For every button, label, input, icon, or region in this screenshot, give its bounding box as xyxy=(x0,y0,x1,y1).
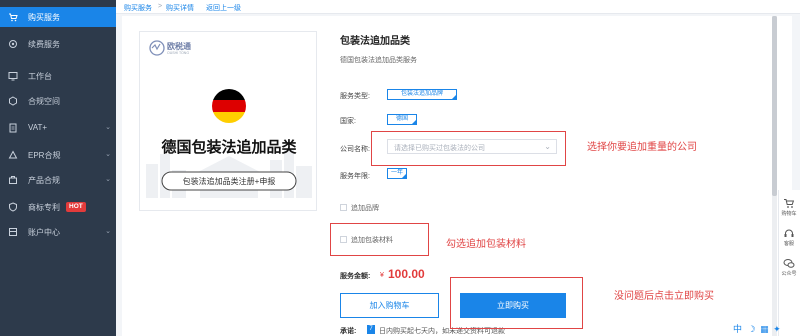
renew-icon xyxy=(8,39,18,49)
annotation-box-company xyxy=(371,131,566,166)
sidebar-item-label: 工作台 xyxy=(28,72,52,81)
cart-icon xyxy=(8,12,18,22)
breadcrumb-separator: > xyxy=(158,3,163,10)
headset-icon xyxy=(784,229,794,237)
rail-cart-label: 购物车 xyxy=(781,211,797,217)
annotation-check-material: 勾选追加包装材料 xyxy=(446,239,526,250)
shirt-icon: ✦ xyxy=(773,324,781,334)
sidebar-item-label: VAT+ xyxy=(28,123,48,132)
rail-cart-button[interactable]: 购物车 xyxy=(778,198,800,217)
sidebar-item-vat[interactable]: VAT+ ⌄ xyxy=(0,118,116,138)
chevron-down-icon: ⌄ xyxy=(105,228,111,235)
product-image: 欧税通 OUSHI TONG 德国包装法追加品类 包装法追加品类注册+申报 xyxy=(139,31,317,211)
space-icon xyxy=(8,96,18,106)
dashboard-icon xyxy=(8,71,18,81)
price-value: 100.00 xyxy=(388,267,425,281)
sidebar: 购买服务 续费服务 工作台 合规空间 VAT+ ⌄ EPR合规 ⌄ 产品合规 ⌄… xyxy=(0,0,116,336)
hot-badge: HOT xyxy=(66,202,86,212)
sidebar-item-buy-service[interactable]: 购买服务 xyxy=(0,7,116,27)
country-option[interactable]: 德国 xyxy=(387,114,417,125)
sidebar-item-renew-service[interactable]: 续费服务 xyxy=(0,34,116,54)
sidebar-item-dashboard[interactable]: 工作台 xyxy=(0,66,116,86)
annotation-select-company: 选择你要追加重量的公司 xyxy=(587,142,697,153)
moon-icon: ☽ xyxy=(747,324,756,334)
product-card-title: 德国包装法追加品类 xyxy=(161,139,297,156)
sidebar-item-label: 合规空间 xyxy=(28,97,60,106)
product-icon xyxy=(8,175,18,185)
sidebar-item-label: 产品合规 xyxy=(28,176,60,185)
price-currency: ¥ xyxy=(380,272,384,279)
annotation-box-material xyxy=(330,223,429,256)
breadcrumb-link-buy-detail[interactable]: 购买详情 xyxy=(166,3,194,13)
sidebar-item-compliance-space[interactable]: 合规空间 xyxy=(0,91,116,111)
country-label: 国家: xyxy=(340,118,356,125)
company-label: 公司名称: xyxy=(340,146,370,153)
service-years-option[interactable]: 一年 xyxy=(387,168,407,179)
sidebar-item-product-compliance[interactable]: 产品合规 ⌄ xyxy=(0,170,116,190)
service-type-label: 服务类型: xyxy=(340,93,370,100)
logo-subtext: OUSHI TONG xyxy=(167,51,190,55)
vat-icon xyxy=(8,123,18,133)
service-type-option[interactable]: 包装法追加品牌 xyxy=(387,89,457,100)
annotation-click-buy: 没问题后点击立即购买 xyxy=(614,291,714,302)
chevron-down-icon: ⌄ xyxy=(105,151,111,158)
price-label: 服务金额: xyxy=(340,273,371,280)
sidebar-item-label: EPR合规 xyxy=(28,151,61,160)
keyboard-icon: ▦ xyxy=(760,324,769,334)
sidebar-item-label: 续费服务 xyxy=(28,40,60,49)
cart-icon xyxy=(784,199,795,208)
add-brand-checkbox[interactable] xyxy=(340,204,347,211)
rail-support-button[interactable]: 客服 xyxy=(778,228,800,247)
sidebar-item-label: 账户中心 xyxy=(28,228,60,237)
breadcrumb-link-buy-service[interactable]: 购买服务 xyxy=(124,3,152,13)
service-years-label: 服务年限: xyxy=(340,173,370,180)
trademark-icon xyxy=(8,202,18,212)
account-icon xyxy=(8,227,18,237)
epr-icon xyxy=(8,150,18,160)
promise-badge: 7 xyxy=(367,325,375,334)
rail-wechat-button[interactable]: 公众号 xyxy=(778,258,800,277)
wechat-icon xyxy=(783,259,795,268)
promise-label: 承诺: xyxy=(340,328,357,335)
ime-language: 中 xyxy=(733,324,743,334)
annotation-box-buy xyxy=(450,277,583,329)
product-description: 德国包装法追加品类服务 xyxy=(340,57,417,64)
product-card-subtitle: 包装法追加品类注册+申报 xyxy=(182,177,276,186)
rail-wechat-label: 公众号 xyxy=(781,271,797,277)
sidebar-item-label: 商标专利 xyxy=(28,203,60,212)
ime-indicator[interactable]: 中 ☽ ▦ ✦ xyxy=(733,322,781,335)
sidebar-item-trademark[interactable]: 商标专利 HOT xyxy=(0,197,116,217)
add-to-cart-button[interactable]: 加入购物车 xyxy=(340,293,439,318)
rail-support-label: 客服 xyxy=(783,241,794,247)
add-brand-label: 追加品牌 xyxy=(351,205,379,212)
chevron-down-icon: ⌄ xyxy=(105,124,111,131)
product-title: 包装法追加品类 xyxy=(340,36,410,47)
breadcrumb-back-link[interactable]: 返回上一级 xyxy=(206,3,241,13)
scrollbar-thumb[interactable] xyxy=(772,16,777,196)
sidebar-item-epr[interactable]: EPR合规 ⌄ xyxy=(0,145,116,165)
sidebar-item-account[interactable]: 账户中心 ⌄ xyxy=(0,222,116,242)
chevron-down-icon: ⌄ xyxy=(105,176,111,183)
sidebar-item-label: 购买服务 xyxy=(28,13,60,22)
